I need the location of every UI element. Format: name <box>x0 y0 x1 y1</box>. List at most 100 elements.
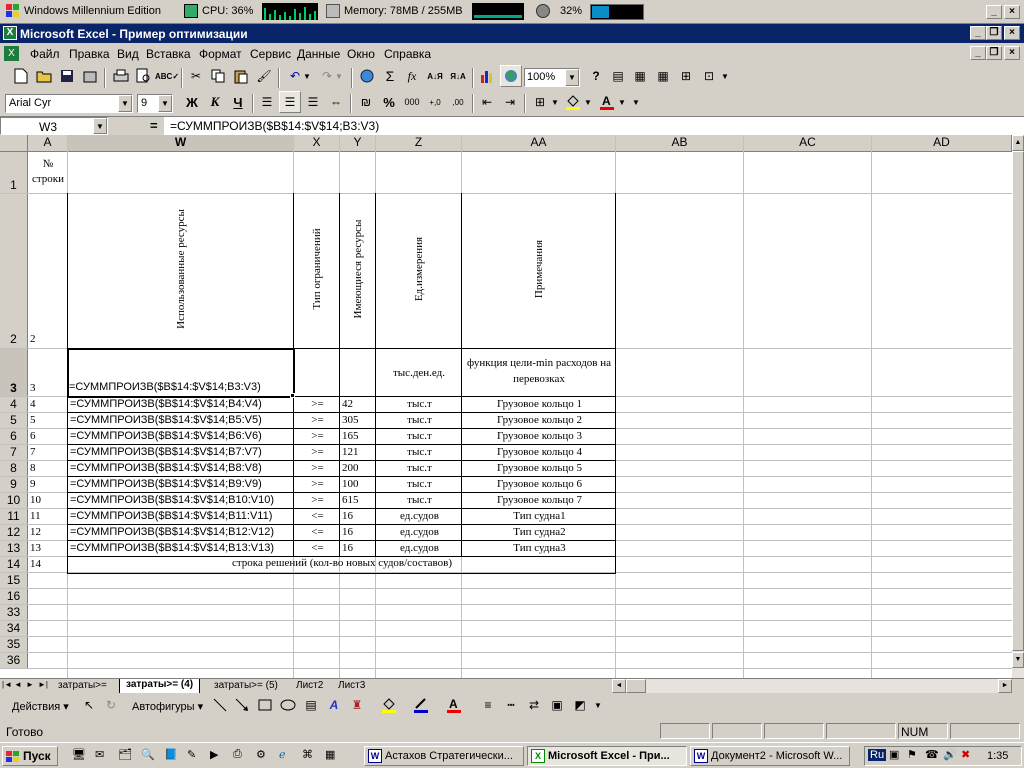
tray-icon[interactable]: ⚑ <box>907 748 917 761</box>
cell-aa[interactable]: Тип судна2 <box>461 525 616 541</box>
search-icon[interactable]: 🔍 <box>141 748 155 761</box>
cell-z[interactable]: тыс.т <box>375 461 462 477</box>
row-header-33[interactable]: 33 <box>0 605 28 621</box>
font-dropdown-icon[interactable]: ▼ <box>118 95 132 112</box>
row-header-14[interactable]: 14 <box>0 557 28 573</box>
form-icon[interactable]: ▤ <box>607 65 629 87</box>
cell-y[interactable]: 16 <box>339 541 376 557</box>
font-color-icon[interactable]: A <box>443 694 465 716</box>
printer-icon[interactable]: ⎙ <box>233 748 242 761</box>
line-style-icon[interactable]: ≡ <box>477 694 499 716</box>
tray-icon[interactable]: ✖ <box>961 748 970 761</box>
cell-x[interactable]: >= <box>293 493 340 509</box>
increase-decimal-icon[interactable]: +,0 <box>424 91 446 113</box>
print-preview-icon[interactable] <box>133 65 155 87</box>
cell-x[interactable]: >= <box>293 429 340 445</box>
row-header-2[interactable]: 2 <box>0 194 28 349</box>
menu-file[interactable]: Файл <box>30 47 60 61</box>
bold-button[interactable]: Ж <box>181 91 203 113</box>
thousands-button[interactable]: 000 <box>401 91 423 113</box>
font-color-icon[interactable]: A <box>596 91 618 113</box>
header-unit[interactable]: Ед.измерения <box>413 209 425 329</box>
col-header-ad[interactable]: AD <box>872 135 1012 152</box>
tray-icon[interactable]: ☎ <box>925 748 939 761</box>
chart-wizard-icon[interactable] <box>477 65 499 87</box>
cell-row-number[interactable]: 11 <box>30 510 41 522</box>
cell-x[interactable]: >= <box>293 477 340 493</box>
cell-z[interactable]: тыс.т <box>375 493 462 509</box>
menu-tools[interactable]: Сервис <box>250 47 291 61</box>
cell-aa[interactable]: Грузовое кольцо 3 <box>461 429 616 445</box>
fill-color-icon[interactable] <box>378 694 400 716</box>
zoom-box[interactable]: 100% ▼ <box>524 68 580 87</box>
grid-icon[interactable]: ▦ <box>652 65 674 87</box>
select-all-corner[interactable] <box>0 135 28 152</box>
cell-aa[interactable]: Грузовое кольцо 4 <box>461 445 616 461</box>
row-header-5[interactable]: 5 <box>0 413 28 429</box>
scroll-right-button[interactable]: ► <box>998 679 1012 693</box>
oval-icon[interactable] <box>277 694 299 716</box>
row-header-11[interactable]: 11 <box>0 509 28 525</box>
borders-icon[interactable]: ⊞ <box>529 91 551 113</box>
undo-dropdown-icon[interactable]: ▼ <box>301 65 313 87</box>
toolbar-options-icon[interactable]: ▼ <box>630 91 642 113</box>
cell-aa[interactable]: Тип судна1 <box>461 509 616 525</box>
name-box-dropdown-icon[interactable]: ▼ <box>93 118 107 134</box>
cell-row-number[interactable]: 7 <box>30 446 36 458</box>
book-icon[interactable]: 📘 <box>164 748 178 761</box>
cell-w[interactable]: =СУММПРОИЗВ($B$14:$V$14;B7:V7) <box>67 445 294 461</box>
paste-icon[interactable] <box>230 65 252 87</box>
cell-y[interactable]: 200 <box>339 461 376 477</box>
border-outline-icon[interactable]: ⊡ <box>698 65 720 87</box>
horizontal-scrollbar[interactable]: ◄ ► <box>612 679 1012 693</box>
row-header-7[interactable]: 7 <box>0 445 28 461</box>
increase-indent-icon[interactable]: ⇥ <box>499 91 521 113</box>
prev-sheet-icon[interactable]: ◄ <box>14 680 22 689</box>
cell-row-number[interactable]: 6 <box>30 430 36 442</box>
toolbar-options-icon[interactable]: ▼ <box>592 694 604 716</box>
header-used-resources[interactable]: Использованные ресурсы <box>175 189 187 349</box>
row-header-10[interactable]: 10 <box>0 493 28 509</box>
fill-color-dropdown-icon[interactable]: ▼ <box>582 91 594 113</box>
cell-a1[interactable]: № строки <box>28 152 68 194</box>
task-excel-active[interactable]: X Microsoft Excel - При... <box>527 746 687 766</box>
cell-row-number[interactable]: 12 <box>30 526 41 538</box>
sheet-tab[interactable]: Лист2 <box>296 680 323 691</box>
cell-x[interactable]: <= <box>293 509 340 525</box>
cell-w[interactable]: =СУММПРОИЗВ($B$14:$V$14;B9:V9) <box>67 477 294 493</box>
pen-icon[interactable]: ✎ <box>187 748 196 761</box>
size-dropdown-icon[interactable]: ▼ <box>158 95 172 112</box>
actions-menu[interactable]: Действия ▾ <box>12 700 69 713</box>
sort-descending-icon[interactable]: Я↓A <box>447 65 469 87</box>
row-header-15[interactable]: 15 <box>0 573 28 589</box>
select-objects-icon[interactable]: ↖ <box>78 694 100 716</box>
menu-insert[interactable]: Вставка <box>146 47 191 61</box>
autosum-icon[interactable]: Σ <box>379 65 401 87</box>
cell-w[interactable]: =СУММПРОИЗВ($B$14:$V$14;B13:V13) <box>67 541 294 557</box>
monitor-close-button[interactable]: × <box>1004 5 1020 19</box>
cell-x[interactable]: >= <box>293 461 340 477</box>
scroll-up-button[interactable]: ▲ <box>1012 135 1024 151</box>
sort-ascending-icon[interactable]: A↓Я <box>424 65 446 87</box>
row-header-3[interactable]: 3 <box>0 349 28 397</box>
map-icon[interactable] <box>500 65 522 87</box>
cell-aa[interactable]: Грузовое кольцо 2 <box>461 413 616 429</box>
cell-a2[interactable]: 2 <box>30 333 36 345</box>
col-header-y[interactable]: Y <box>340 135 376 152</box>
cell-aa[interactable]: Грузовое кольцо 5 <box>461 461 616 477</box>
cell-a14[interactable]: 14 <box>30 558 41 570</box>
cell-w[interactable]: =СУММПРОИЗВ($B$14:$V$14;B6:V6) <box>67 429 294 445</box>
sheet-tab-active[interactable]: затраты>= (4) <box>119 679 201 693</box>
start-button[interactable]: Пуск <box>2 746 58 766</box>
zoom-dropdown-icon[interactable]: ▼ <box>565 69 579 86</box>
cell-x[interactable]: <= <box>293 541 340 557</box>
cell-y[interactable]: 121 <box>339 445 376 461</box>
fill-color-icon[interactable] <box>562 91 584 113</box>
copy-icon[interactable] <box>207 65 229 87</box>
close-button[interactable]: × <box>1004 26 1020 40</box>
menu-window[interactable]: Окно <box>347 47 375 61</box>
align-right-icon[interactable]: ☰ <box>302 91 324 113</box>
format-painter-icon[interactable]: 🖌 <box>253 65 275 87</box>
cell-w[interactable]: =СУММПРОИЗВ($B$14:$V$14;B12:V12) <box>67 525 294 541</box>
arrow-icon[interactable] <box>231 694 253 716</box>
